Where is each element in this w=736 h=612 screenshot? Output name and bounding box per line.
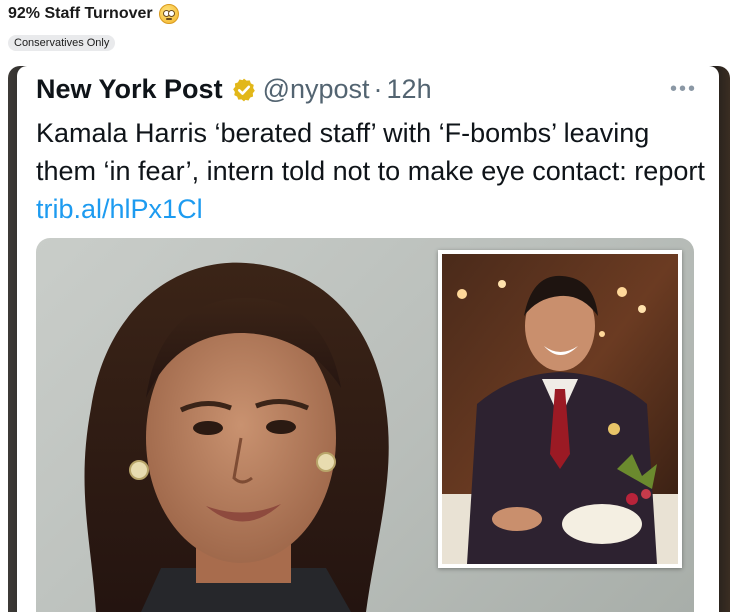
tweet-handle: @nypost	[262, 74, 370, 104]
post-title[interactable]: 92% Staff Turnover	[8, 4, 179, 24]
post-image[interactable]: New York Post @nypost · 12h ••• Kamala H…	[8, 66, 730, 612]
tweet-screenshot: New York Post @nypost · 12h ••• Kamala H…	[17, 66, 719, 612]
tweet-text: Kamala Harris ‘berated staff’ with ‘F-bo…	[36, 114, 706, 228]
tweet-header: New York Post @nypost · 12h	[36, 74, 432, 105]
tweet-separator: ·	[373, 74, 383, 104]
tweet-timestamp: 12h	[386, 74, 432, 104]
rolling-eyes-emoji-icon	[158, 4, 179, 24]
more-options-icon: •••	[669, 78, 697, 100]
tweet-body: Kamala Harris ‘berated staff’ with ‘F-bo…	[36, 118, 705, 186]
woman-portrait-photo	[84, 262, 389, 612]
man-restaurant-photo	[442, 254, 678, 564]
tweet-media	[36, 238, 694, 612]
tweet-link: trib.al/hlPx1Cl	[36, 194, 203, 224]
gold-verified-badge-icon	[232, 78, 255, 101]
post-title-text: 92% Staff Turnover	[8, 5, 153, 22]
man-inset-photo-frame	[438, 250, 682, 568]
post-flair[interactable]: Conservatives Only	[8, 35, 116, 51]
tweet-display-name: New York Post	[36, 74, 223, 104]
